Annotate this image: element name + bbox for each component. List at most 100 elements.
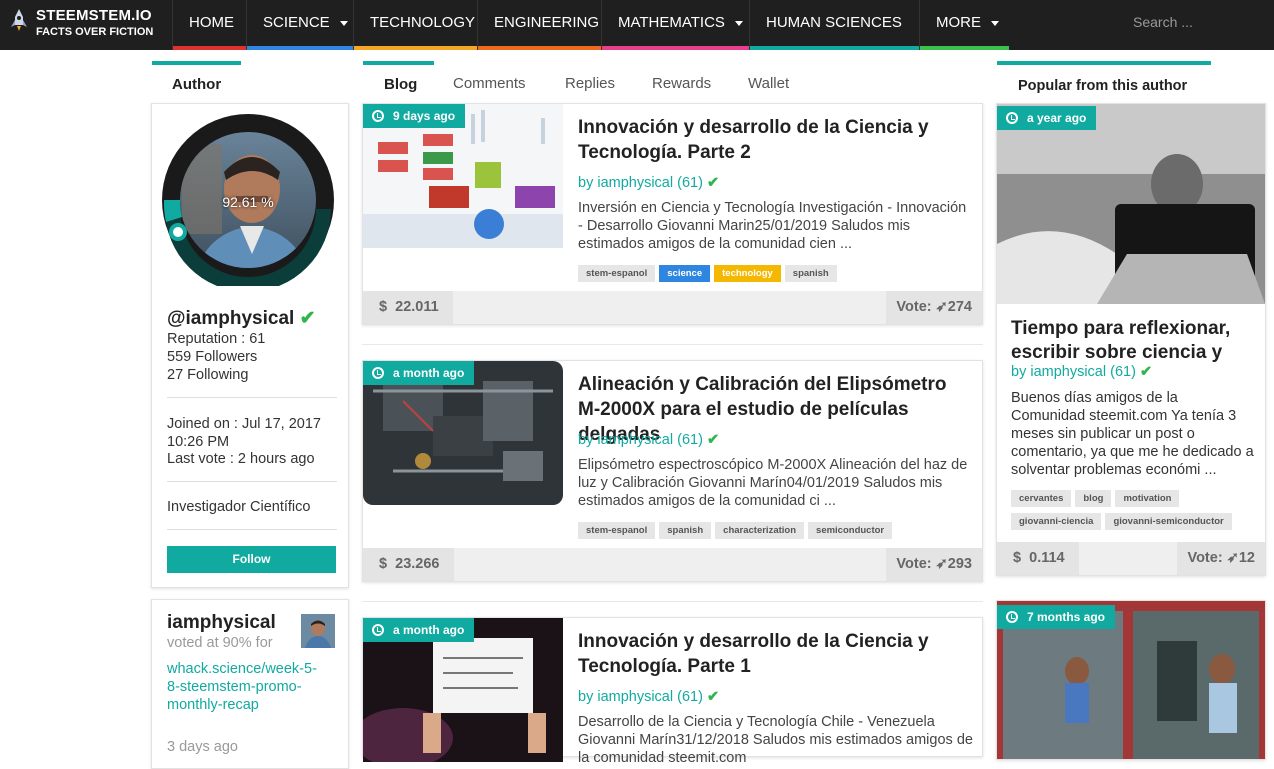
author-reputation: Reputation : 61: [167, 331, 266, 347]
popular-header-bar: [997, 61, 1211, 65]
tab-wallet[interactable]: Wallet: [748, 75, 789, 92]
nav-engineering-bar: [478, 46, 601, 50]
post-card[interactable]: 9 days ago Innovación y desarrollo de la…: [362, 103, 983, 325]
post-tags: stem-espanol science technology spanish: [578, 263, 973, 286]
post-title[interactable]: Innovación y desarrollo de la Ciencia y …: [578, 115, 973, 165]
post-title[interactable]: Innovación y desarrollo de la Ciencia y …: [578, 629, 973, 679]
nav-technology-label: TECHNOLOGY: [370, 14, 476, 31]
post-author[interactable]: by iamphysical (61) ✔: [578, 689, 719, 705]
top-navbar: STEEMSTEM.IO FACTS OVER FICTION HOME SCI…: [0, 0, 1274, 72]
tag[interactable]: semiconductor: [808, 522, 893, 539]
brand-tagline: FACTS OVER FICTION: [36, 26, 154, 38]
popular-post-card[interactable]: 7 months ago: [996, 600, 1266, 760]
verified-check-icon: ✔: [299, 308, 316, 329]
chevron-down-icon: [734, 20, 743, 26]
tag[interactable]: stem-espanol: [578, 522, 656, 539]
nav-technology[interactable]: TECHNOLOGY: [353, 0, 477, 50]
chevron-down-icon: [339, 20, 348, 26]
popular-age: 7 months ago: [1027, 610, 1106, 624]
popular-footer: $ 0.114 Vote: ➶12: [997, 542, 1265, 575]
post-vote-count: 274: [947, 299, 972, 315]
nav-science[interactable]: SCIENCE: [246, 0, 353, 50]
author-header: Author: [172, 76, 222, 93]
tag[interactable]: giovanni-ciencia: [1011, 513, 1102, 530]
popular-age-badge: a year ago: [997, 106, 1097, 130]
post-age-badge: a month ago: [363, 618, 475, 642]
popular-age: a year ago: [1027, 111, 1087, 125]
popular-post-image[interactable]: [997, 104, 1265, 304]
popular-header: Popular from this author: [1018, 78, 1188, 94]
clock-icon: [372, 367, 384, 379]
post-card[interactable]: a month ago Innovación y desarrollo de l…: [362, 617, 983, 766]
clock-icon: [1006, 611, 1018, 623]
divider: [362, 344, 983, 345]
author-followers[interactable]: 559 Followers: [167, 349, 257, 365]
voter-name[interactable]: iamphysical: [167, 612, 276, 634]
brand-logo[interactable]: STEEMSTEM.IO FACTS OVER FICTION: [0, 0, 172, 50]
post-author[interactable]: by iamphysical (61) ✔: [578, 432, 719, 448]
post-author-text: by iamphysical (61): [578, 432, 703, 448]
popular-author[interactable]: by iamphysical (61) ✔: [1011, 364, 1152, 380]
post-card[interactable]: a month ago Alineación y Calibración del…: [362, 360, 983, 582]
tag[interactable]: technology: [714, 265, 781, 282]
post-age: 9 days ago: [393, 109, 456, 123]
author-following[interactable]: 27 Following: [167, 367, 248, 383]
nav-science-bar: [247, 46, 353, 50]
verified-check-icon: ✔: [1139, 364, 1153, 380]
clock-icon: [372, 110, 384, 122]
nav-more[interactable]: MORE: [919, 0, 1009, 50]
nav-engineering-label: ENGINEERING: [494, 14, 600, 31]
tag[interactable]: characterization: [715, 522, 805, 539]
post-payout[interactable]: $ 22.011: [363, 291, 453, 324]
tab-comments[interactable]: Comments: [453, 75, 526, 92]
follow-button[interactable]: Follow: [167, 546, 336, 573]
voter-avatar[interactable]: [301, 614, 335, 648]
divider: [362, 601, 983, 602]
popular-post-card[interactable]: a year ago Tiempo para reflexionar, escr…: [996, 103, 1266, 576]
tag[interactable]: cervantes: [1011, 490, 1072, 507]
popular-title[interactable]: Tiempo para reflexionar, escribir sobre …: [1011, 317, 1256, 367]
tag[interactable]: science: [659, 265, 711, 282]
post-votes[interactable]: Vote: ➶293: [886, 548, 982, 581]
nav-home[interactable]: HOME: [172, 0, 246, 50]
tag[interactable]: spanish: [784, 265, 837, 282]
post-excerpt: Elipsómetro espectroscópico M-2000X Alin…: [578, 457, 968, 509]
post-author[interactable]: by iamphysical (61) ✔: [578, 175, 719, 191]
tag[interactable]: blog: [1075, 490, 1112, 507]
tag[interactable]: motivation: [1115, 490, 1180, 507]
dollar-icon: $: [379, 299, 388, 315]
rocket-icon: ➶: [1226, 550, 1239, 566]
avatar[interactable]: 92.61 %: [162, 114, 334, 292]
tag[interactable]: spanish: [659, 522, 712, 539]
nav-engineering[interactable]: ENGINEERING: [477, 0, 601, 50]
nav-technology-bar: [354, 46, 477, 50]
tag[interactable]: stem-espanol: [578, 265, 656, 282]
nav-human-sciences[interactable]: HUMAN SCIENCES: [749, 0, 919, 72]
author-username[interactable]: @iamphysical ✔: [167, 307, 316, 330]
post-payout[interactable]: $ 23.266: [363, 548, 454, 581]
popular-author-text: by iamphysical (61): [1011, 364, 1136, 380]
nav-more-label: MORE: [936, 14, 981, 31]
popular-payout[interactable]: $ 0.114: [997, 542, 1079, 575]
nav-mathematics[interactable]: MATHEMATICS: [601, 0, 749, 50]
post-tags: stem-espanol spanish characterization semic…: [578, 520, 973, 543]
author-last-vote: Last vote : 2 hours ago: [167, 451, 315, 467]
popular-tags: cervantes blog motivation giovanni-ciencia g…: [1011, 488, 1261, 534]
search-input[interactable]: Search ...: [1133, 14, 1193, 30]
tab-replies[interactable]: Replies: [565, 75, 615, 92]
post-votes[interactable]: Vote: ➶274: [886, 291, 982, 324]
post-footer: $ 23.266 Vote: ➶293: [363, 548, 982, 581]
post-payout-value: 22.011: [395, 299, 439, 315]
divider: [167, 529, 337, 530]
popular-votes[interactable]: Vote: ➶12: [1177, 542, 1265, 575]
rocket-icon: [11, 9, 27, 31]
tab-rewards[interactable]: Rewards: [652, 75, 711, 92]
tag[interactable]: giovanni-semiconductor: [1105, 513, 1232, 530]
author-joined: Joined on : Jul 17, 2017 10:26 PM: [167, 416, 321, 450]
rocket-icon: ➶: [935, 299, 948, 315]
tab-blog[interactable]: Blog: [384, 76, 417, 93]
author-username-text: @iamphysical: [167, 308, 295, 329]
popular-vote-count: 12: [1238, 550, 1255, 566]
nav-science-label: SCIENCE: [263, 14, 330, 31]
voted-post-link[interactable]: whack.science/week-5-8-steemstem-promo-m…: [167, 660, 317, 714]
